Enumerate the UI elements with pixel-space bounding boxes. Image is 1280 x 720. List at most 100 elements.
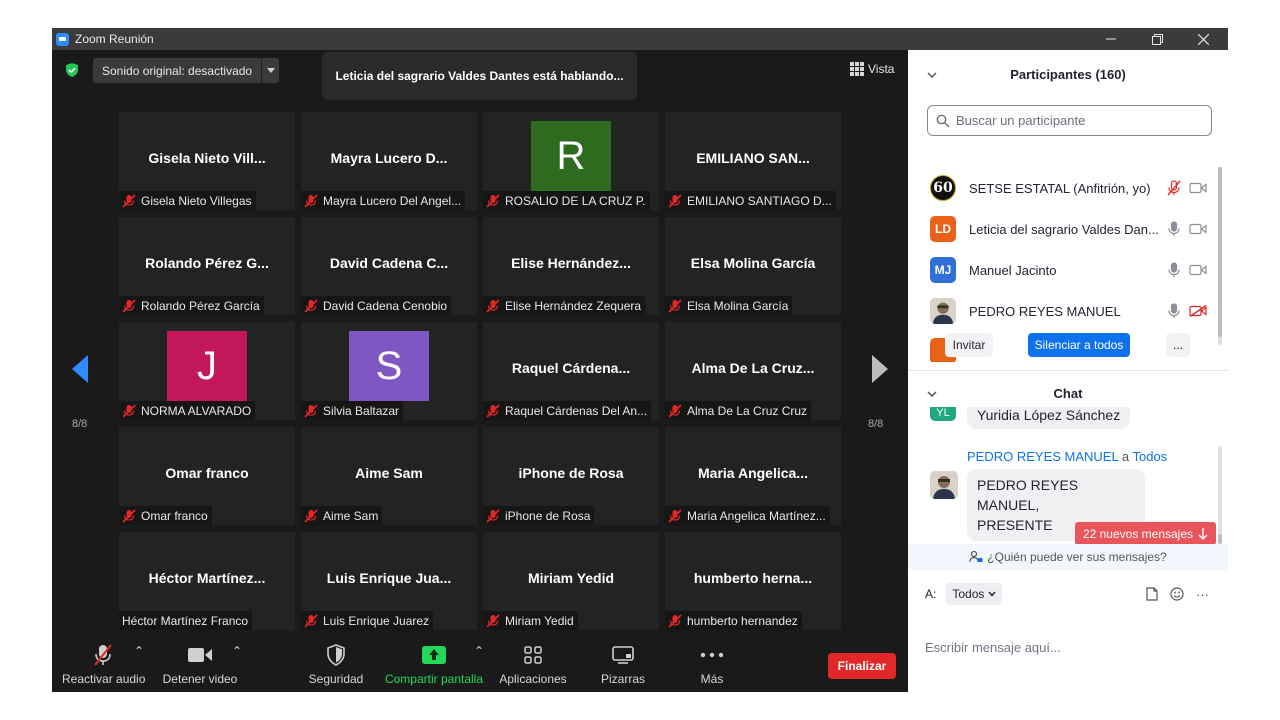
video-tile[interactable]: Raquel Cárdena... Raquel Cárdenas Del An.… [483,322,659,420]
original-sound-button[interactable]: Sonido original: desactivado [93,58,279,83]
video-tile[interactable]: Rolando Pérez G... Rolando Pérez García [119,217,295,315]
participant-status-icons [1167,180,1207,196]
unmute-audio-button[interactable]: Reactivar audio [62,642,145,686]
tile-name-text: Luis Enrique Juarez [323,613,430,628]
video-tile[interactable]: J NORMA ALVARADO [119,322,295,420]
participant-row[interactable]: LD Leticia del sagrario Valdes Dan... [930,214,1218,244]
video-tile[interactable]: Aime Sam Aime Sam [301,427,477,525]
video-tile[interactable]: R ROSALIO DE LA CRUZ P. [483,112,659,210]
chat-scrollbar[interactable] [1218,446,1222,544]
more-button[interactable]: Más [692,642,732,686]
participants-more-label: ... [1172,338,1183,352]
tile-name-label: Alma De La Cruz Cruz [665,401,812,420]
audio-options-chevron-icon[interactable]: ⌃ [134,644,144,658]
participant-row[interactable]: 60 SETSE ESTATAL (Anfitrión, yo) [930,173,1218,203]
participant-search-input[interactable]: Buscar un participante [927,105,1212,136]
participant-status-icons [1167,221,1207,237]
participant-status-icons [1167,303,1207,319]
view-button[interactable]: Vista [850,62,894,76]
security-button[interactable]: Seguridad [308,642,364,686]
video-tile[interactable]: David Cadena C... David Cadena Cenobio [301,217,477,315]
tile-name-text: Elsa Molina García [687,298,789,313]
share-screen-button[interactable]: Compartir pantalla [384,642,484,686]
video-tile[interactable]: Mayra Lucero D... Mayra Lucero Del Angel.… [301,112,477,210]
muted-mic-icon [1167,180,1181,196]
chat-sender[interactable]: PEDRO REYES MANUEL [967,449,1118,464]
tile-display-name: Gisela Nieto Vill... [148,150,266,166]
tile-display-name: EMILIANO SAN... [696,150,810,166]
who-can-see-banner[interactable]: ¿Quién puede ver sus mensajes? [908,544,1228,570]
chat-recipient-select[interactable]: Todos [946,583,1003,605]
tile-name-text: David Cadena Cenobio [323,298,448,313]
tile-display-name: Omar franco [165,465,249,481]
tile-name-label: Miriam Yedid [483,611,578,630]
participant-avatar: MJ [930,257,956,283]
video-tile[interactable]: iPhone de Rosa iPhone de Rosa [483,427,659,525]
zoom-app-icon [56,32,69,46]
original-sound-dropdown[interactable] [261,58,279,83]
video-tile[interactable]: Elsa Molina García Elsa Molina García [665,217,841,315]
video-tile[interactable]: Miriam Yedid Miriam Yedid [483,532,659,630]
video-tile[interactable]: S Silvia Baltazar [301,322,477,420]
stop-video-button[interactable]: Detener video [160,642,240,686]
participant-name: Leticia del sagrario Valdes Dan... [969,221,1159,237]
tile-display-name: David Cadena C... [329,255,449,271]
tile-display-name: humberto herna... [693,570,813,586]
invite-button[interactable]: Invitar [945,333,993,357]
title-bar: Zoom Reunión [52,28,1228,50]
restore-button[interactable] [1134,28,1180,50]
participants-scrollbar[interactable] [1218,167,1222,345]
whiteboards-button[interactable]: Pizarras [598,642,648,686]
chat-to-word: a [1121,449,1130,464]
video-tile[interactable]: Gisela Nieto Vill... Gisela Nieto Villega… [119,112,295,210]
tile-name-label: Gisela Nieto Villegas [119,191,256,210]
share-options-chevron-icon[interactable]: ⌃ [474,644,484,658]
tile-display-name: Rolando Pérez G... [145,255,269,271]
muted-mic-icon [304,508,318,523]
participants-scrollbar-thumb[interactable] [1218,167,1222,337]
security-shield-icon [327,644,345,666]
muted-mic-icon [486,298,500,313]
chat-more-button[interactable]: ··· [1196,587,1209,602]
next-page-arrow-icon[interactable] [870,353,890,385]
participant-row[interactable]: MJ Manuel Jacinto [930,255,1218,285]
apps-button[interactable]: Aplicaciones [498,642,568,686]
chat-scrollbar-thumb[interactable] [1218,534,1222,544]
video-options-chevron-icon[interactable]: ⌃ [232,644,242,658]
video-tile[interactable]: Luis Enrique Jua... Luis Enrique Juarez [301,532,477,630]
page-indicator-left: 8/8 [72,418,88,430]
video-tile[interactable]: humberto herna... humberto hernandez [665,532,841,630]
video-tile[interactable]: EMILIANO SAN... EMILIANO SANTIAGO D... [665,112,841,210]
chat-message-input[interactable]: Escribir mensaje aquí... [925,640,1215,655]
tile-name-text: Gisela Nieto Villegas [141,193,252,208]
tile-name-label: Rolando Pérez García [119,296,264,315]
minimize-button[interactable] [1088,28,1134,50]
video-tile[interactable]: Maria Angelica... Maria Angelica Martínez… [665,427,841,525]
tile-name-label: Aime Sam [301,506,383,525]
tile-name-label: NORMA ALVARADO [119,401,256,420]
mic-icon [1168,262,1180,277]
file-icon[interactable] [1146,587,1158,601]
mute-all-button[interactable]: Silenciar a todos [1028,333,1130,357]
muted-mic-icon [94,644,112,666]
muted-mic-icon [304,298,318,313]
tile-name-label: Raquel Cárdenas Del An... [483,401,652,420]
video-tile[interactable]: Héctor Martínez... Héctor Martínez Franco [119,532,295,630]
encryption-shield-icon[interactable] [64,62,80,78]
chat-message-header: PEDRO REYES MANUEL a Todos [967,449,1167,464]
previous-page-arrow-icon[interactable] [70,353,90,385]
video-tile[interactable]: Alma De La Cruz... Alma De La Cruz Cruz [665,322,841,420]
chat-recipient[interactable]: Todos [1132,449,1167,464]
video-tile[interactable]: Omar franco Omar franco [119,427,295,525]
chat-recipient-row: A: Todos ··· [925,582,1215,606]
end-meeting-button[interactable]: Finalizar [828,653,896,679]
new-messages-button[interactable]: 22 nuevos mensajes [1075,522,1216,545]
participants-more-button[interactable]: ... [1166,333,1190,357]
meeting-toolbar: Reactivar audio ⌃ Detener video ⌃ Seguri… [52,630,908,692]
tile-avatar: R [531,121,611,191]
close-button[interactable] [1180,28,1226,50]
muted-mic-icon [486,193,500,208]
emoji-icon[interactable] [1170,587,1184,601]
video-tile[interactable]: Elise Hernández... Elise Hernández Zequer… [483,217,659,315]
chat-title: Chat [1053,386,1083,401]
